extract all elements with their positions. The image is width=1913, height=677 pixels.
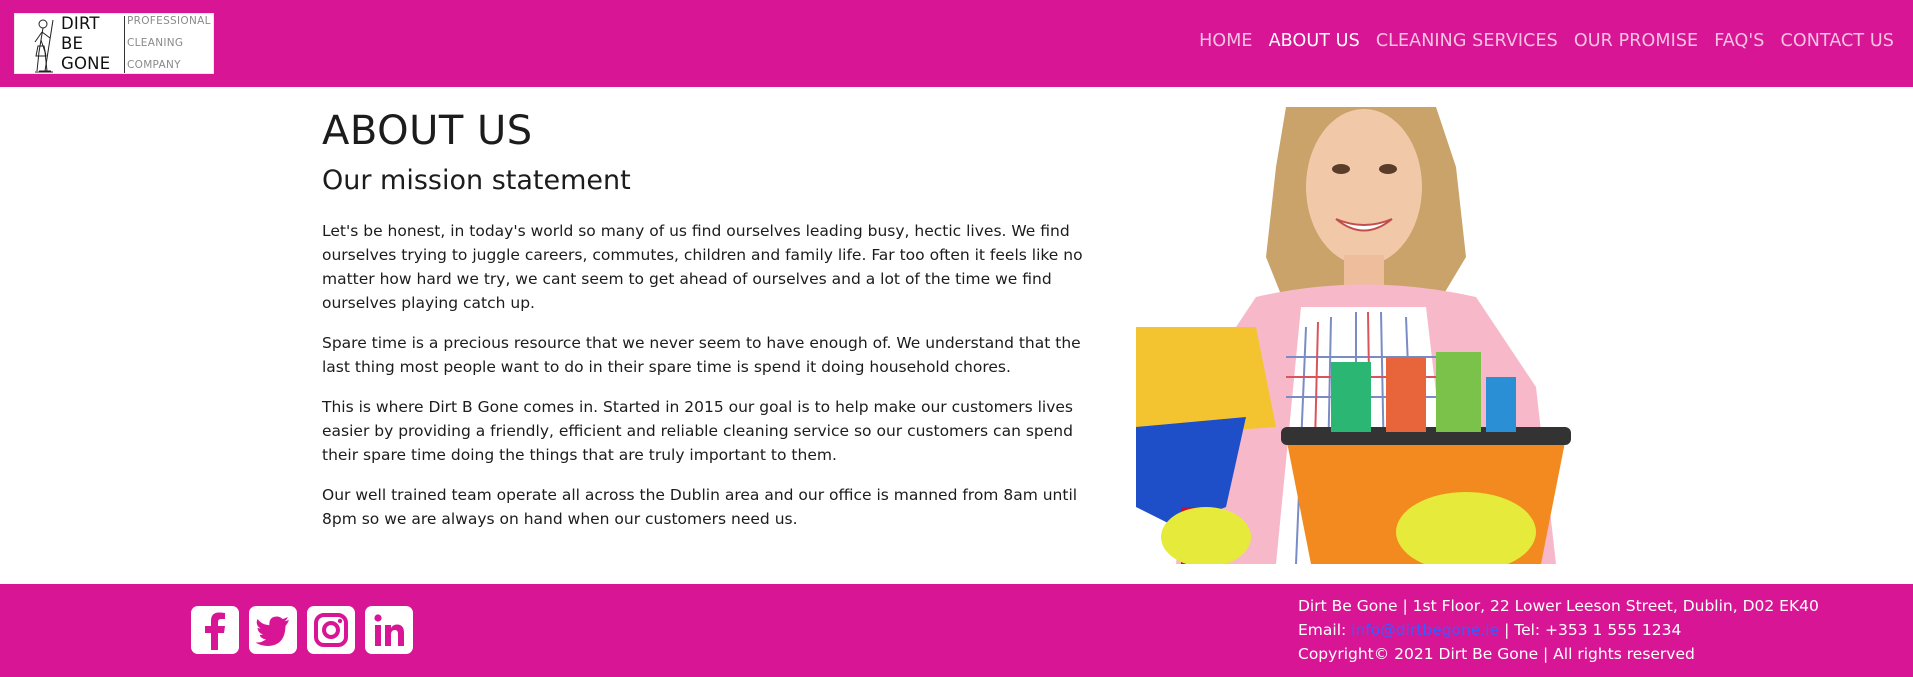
nav-faqs[interactable]: FAQ'S bbox=[1714, 31, 1764, 51]
cleaner-photo bbox=[1136, 107, 1593, 564]
facebook-icon[interactable] bbox=[191, 606, 239, 654]
footer-contact-line: Email: info@dirtbegone.ie | Tel: +353 1 … bbox=[1298, 618, 1819, 642]
logo-tagline-1: PROFESSIONAL bbox=[127, 15, 211, 27]
site-logo[interactable]: DIRT BE GONE PROFESSIONAL CLEANING COMPA… bbox=[14, 13, 214, 74]
mission-paragraph: This is where Dirt B Gone comes in. Star… bbox=[322, 398, 1073, 464]
logo-word-dirt: DIRT bbox=[61, 14, 100, 33]
twitter-icon[interactable] bbox=[249, 606, 297, 654]
email-link[interactable]: info@dirtbegone.ie bbox=[1351, 621, 1499, 639]
nav-cleaning-services[interactable]: CLEANING SERVICES bbox=[1376, 31, 1558, 51]
main-nav: HOME ABOUT US CLEANING SERVICES OUR PROM… bbox=[1183, 31, 1894, 51]
copyright-text: Copyright© 2021 Dirt Be Gone | All right… bbox=[1298, 645, 1695, 663]
site-footer: Dirt Be Gone | 1st Floor, 22 Lower Leeso… bbox=[0, 584, 1913, 677]
logo-word-gone: GONE bbox=[61, 54, 111, 73]
nav-contact-us[interactable]: CONTACT US bbox=[1781, 31, 1894, 51]
logo-tagline-2: CLEANING bbox=[127, 37, 184, 49]
footer-contact: Dirt Be Gone | 1st Floor, 22 Lower Leeso… bbox=[1298, 594, 1819, 666]
site-header: DIRT BE GONE PROFESSIONAL CLEANING COMPA… bbox=[0, 0, 1913, 87]
mission-paragraph: Let's be honest, in today's world so man… bbox=[322, 222, 1083, 312]
footer-address: Dirt Be Gone | 1st Floor, 22 Lower Leeso… bbox=[1298, 597, 1819, 615]
mission-paragraph: Our well trained team operate all across… bbox=[322, 486, 1078, 528]
social-links bbox=[191, 606, 413, 654]
logo-divider bbox=[124, 16, 125, 73]
logo-word-be: BE bbox=[61, 34, 84, 53]
nav-our-promise[interactable]: OUR PROMISE bbox=[1574, 31, 1698, 51]
mission-paragraph: Spare time is a precious resource that w… bbox=[322, 334, 1081, 376]
linkedin-icon[interactable] bbox=[365, 606, 413, 654]
nav-about-us[interactable]: ABOUT US bbox=[1269, 31, 1360, 51]
instagram-icon[interactable] bbox=[307, 606, 355, 654]
logo-tagline-3: COMPANY bbox=[127, 59, 181, 71]
mission-heading: Our mission statement bbox=[322, 165, 631, 196]
nav-home[interactable]: HOME bbox=[1199, 31, 1253, 51]
phone-text: | Tel: +353 1 555 1234 bbox=[1499, 621, 1682, 639]
about-content: ABOUT US Our mission statement Let's be … bbox=[322, 105, 1097, 531]
page-title: ABOUT US bbox=[322, 108, 533, 154]
email-label: Email: bbox=[1298, 621, 1352, 639]
